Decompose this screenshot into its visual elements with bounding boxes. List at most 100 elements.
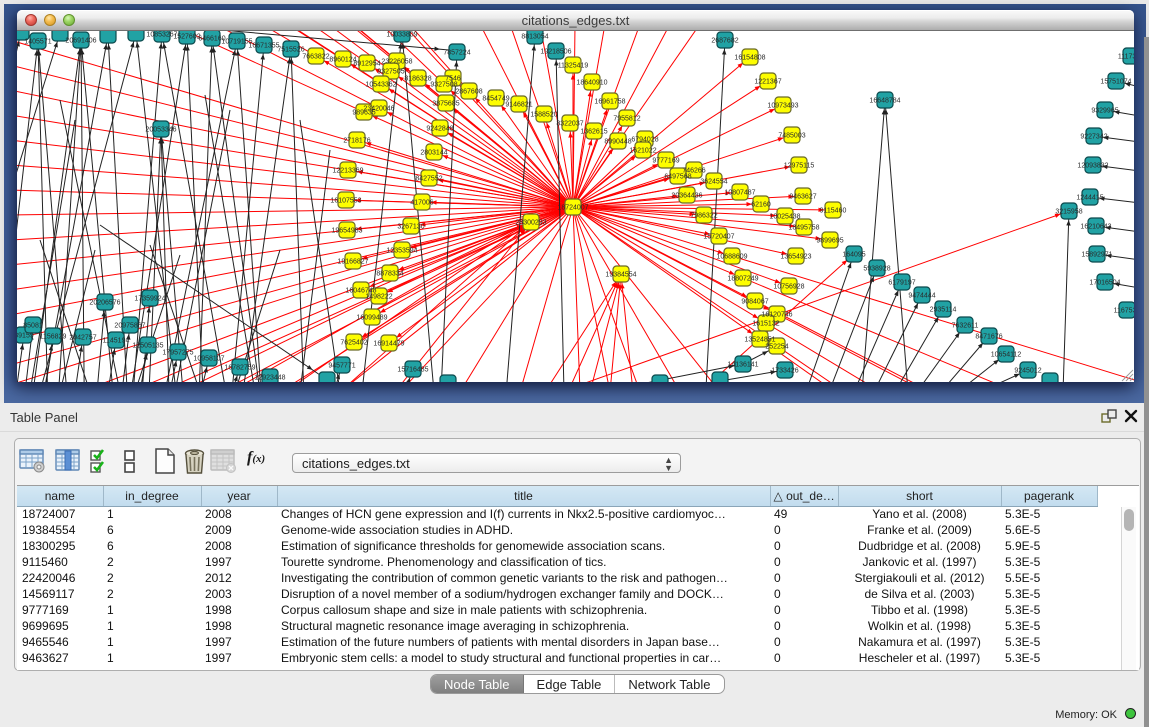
svg-text:16099489: 16099489 <box>356 314 387 321</box>
svg-text:12975115: 12975115 <box>784 162 815 169</box>
svg-text:18640910: 18640910 <box>576 79 607 86</box>
svg-text:18495758: 18495758 <box>788 224 819 231</box>
svg-text:5938928: 5938928 <box>863 265 890 272</box>
svg-text:9115460: 9115460 <box>820 207 847 214</box>
svg-text:1145194: 1145194 <box>103 337 130 344</box>
svg-text:417006: 417006 <box>410 199 433 206</box>
svg-text:10807487: 10807487 <box>724 189 755 196</box>
svg-text:10688609: 10688609 <box>716 253 747 260</box>
svg-text:20691406: 20691406 <box>65 37 96 44</box>
svg-text:10973493: 10973493 <box>767 102 798 109</box>
svg-text:1167534: 1167534 <box>1114 307 1134 314</box>
svg-text:17957275: 17957275 <box>162 349 193 356</box>
svg-text:8186328: 8186328 <box>404 75 431 82</box>
svg-text:10756928: 10756928 <box>773 283 804 290</box>
svg-text:15892971: 15892971 <box>1081 251 1112 258</box>
svg-text:8322037: 8322037 <box>556 120 583 127</box>
svg-text:7857224: 7857224 <box>443 49 470 56</box>
svg-text:9899695: 9899695 <box>816 237 843 244</box>
svg-text:16120746: 16120746 <box>761 311 792 318</box>
svg-text:164095: 164095 <box>842 251 865 258</box>
svg-text:19654983: 19654983 <box>331 227 362 234</box>
svg-text:20206576: 20206576 <box>89 299 120 306</box>
svg-text:9777169: 9777169 <box>652 157 679 164</box>
svg-text:19166827: 19166827 <box>337 258 368 265</box>
svg-text:16961758: 16961758 <box>594 98 625 105</box>
svg-text:1733426: 1733426 <box>771 367 798 374</box>
svg-text:8813054: 8813054 <box>521 33 548 40</box>
svg-text:6179197: 6179197 <box>888 279 915 286</box>
svg-text:9227342: 9227342 <box>1080 133 1107 140</box>
svg-text:18724007: 18724007 <box>557 204 588 211</box>
svg-text:989635: 989635 <box>352 109 375 116</box>
svg-text:18807249: 18807249 <box>727 275 758 282</box>
svg-text:8471676: 8471676 <box>975 333 1002 340</box>
svg-text:1621022: 1621022 <box>629 147 656 154</box>
svg-text:746266: 746266 <box>682 167 705 174</box>
svg-text:19218506: 19218506 <box>540 48 571 55</box>
svg-text:3215958: 3215958 <box>1055 208 1082 215</box>
svg-text:9474444: 9474444 <box>908 292 935 299</box>
svg-text:9146821: 9146821 <box>505 101 532 108</box>
svg-text:16648784: 16648784 <box>869 97 900 104</box>
svg-text:9327508: 9327508 <box>430 81 457 88</box>
svg-text:1527602: 1527602 <box>173 33 200 40</box>
svg-text:10958107: 10958107 <box>193 355 224 362</box>
svg-text:8912954: 8912954 <box>353 60 380 67</box>
svg-text:16671355: 16671355 <box>248 42 279 49</box>
svg-text:7986322: 7986322 <box>690 212 717 219</box>
svg-text:2935114: 2935114 <box>930 306 957 313</box>
svg-text:12093832: 12093832 <box>1077 162 1108 169</box>
svg-text:8990448: 8990448 <box>604 138 631 145</box>
svg-text:7625402: 7625402 <box>340 339 367 346</box>
svg-text:16210643: 16210643 <box>1080 223 1111 230</box>
svg-text:1615132: 1615132 <box>752 320 779 327</box>
svg-text:2687682: 2687682 <box>711 37 738 44</box>
svg-text:13524851: 13524851 <box>744 336 775 343</box>
svg-text:1221367: 1221367 <box>754 78 781 85</box>
svg-text:85081: 85081 <box>23 322 43 329</box>
svg-text:62160: 62160 <box>751 201 771 208</box>
svg-text:13654923: 13654923 <box>780 253 811 260</box>
svg-text:16107553: 16107553 <box>330 197 361 204</box>
svg-text:16782759: 16782759 <box>224 364 255 371</box>
svg-text:1405571: 1405571 <box>24 38 51 45</box>
svg-text:20053346: 20053346 <box>145 126 176 133</box>
svg-text:2718176: 2718176 <box>343 137 370 144</box>
svg-text:8878334: 8878334 <box>376 270 403 277</box>
svg-text:12353594: 12353594 <box>386 247 417 254</box>
svg-text:7955812: 7955812 <box>613 115 640 122</box>
svg-text:7515526: 7515526 <box>277 46 304 53</box>
svg-text:7485003: 7485003 <box>778 132 805 139</box>
svg-text:12505135: 12505135 <box>132 342 163 349</box>
svg-text:16154808: 16154808 <box>734 54 765 61</box>
svg-text:1156829: 1156829 <box>40 333 67 340</box>
svg-text:9245012: 9245012 <box>1014 367 1041 374</box>
svg-text:19384554: 19384554 <box>605 271 636 278</box>
svg-text:3267130: 3267130 <box>397 223 424 230</box>
svg-text:7663822: 7663822 <box>302 53 329 60</box>
svg-text:16914479: 16914479 <box>373 340 404 347</box>
svg-text:12923448: 12923448 <box>254 374 285 381</box>
svg-text:7632611: 7632611 <box>952 322 979 329</box>
svg-text:9457771: 9457771 <box>328 362 355 369</box>
svg-text:2942757: 2942757 <box>69 334 96 341</box>
svg-text:9463627: 9463627 <box>789 193 816 200</box>
svg-text:10543362: 10543362 <box>365 81 396 88</box>
svg-text:23226058: 23226058 <box>381 58 412 65</box>
svg-text:9242848: 9242848 <box>426 125 453 132</box>
svg-text:6794028: 6794028 <box>631 136 658 143</box>
svg-text:15720407: 15720407 <box>703 233 734 240</box>
svg-text:1588520: 1588520 <box>530 111 557 118</box>
svg-text:1362615: 1362615 <box>580 128 607 135</box>
svg-text:1117304: 1117304 <box>1118 53 1134 60</box>
svg-text:15751074: 15751074 <box>1100 78 1131 85</box>
svg-text:8427552: 8427552 <box>415 175 442 182</box>
svg-text:2803144: 2803144 <box>420 149 447 156</box>
svg-text:12213369: 12213369 <box>332 167 363 174</box>
svg-text:1244415: 1244415 <box>1076 194 1103 201</box>
svg-text:1498222: 1498222 <box>365 293 392 300</box>
svg-text:20364436: 20364436 <box>671 192 702 199</box>
svg-text:11325419: 11325419 <box>558 62 589 69</box>
svg-text:17016504: 17016504 <box>1089 279 1120 286</box>
